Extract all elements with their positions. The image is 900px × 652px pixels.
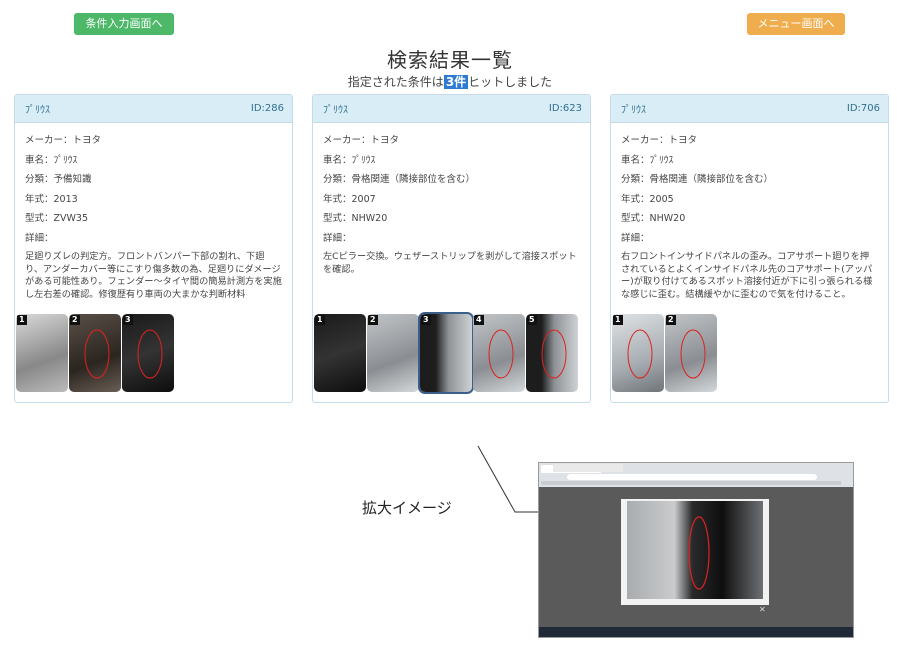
card-header: ﾌﾟﾘｳｽ ID:706 [611,95,888,123]
damage-circle [627,329,653,379]
thumbnail[interactable]: 2 [367,314,419,392]
card-detail-text: 右フロントインサイドパネルの歪み。コアサポート廻りを押されているとよくインサイド… [621,251,873,300]
thumbnail-strip: 1 2 3 [16,314,174,392]
thumbnail[interactable]: 4 [473,314,525,392]
thumbnail-number: 2 [368,315,378,325]
card-field-model: 型式：NHW20 [323,213,388,224]
card-field-year: 年式：2007 [323,193,376,205]
result-summary: 指定された条件は 3件 ヒットしました [0,73,900,90]
card-field-detail_label: 詳細： [323,232,352,244]
card-title: ﾌﾟﾘｳｽ [621,105,646,116]
damage-circle [541,329,567,379]
zoom-screenshot: ✕ [538,462,854,638]
card-field-model: 型式：NHW20 [621,213,686,224]
thumbnail-strip: 1 2 3 4 5 [314,312,578,394]
thumbnail[interactable]: 2 [665,314,717,392]
card-detail-text: 左Cピラー交換。ウェザーストリップを剥がして溶接スポットを確認。 [323,251,577,275]
card-id: ID:623 [548,103,582,114]
card-body: メーカー：トヨタ 車名：ﾌﾟﾘｳｽ 分類：骨格関連（隣接部位を含む） 年式：2007 型… [313,123,590,276]
card-field-maker: メーカー：トヨタ [25,135,102,146]
browser-address-bar [567,474,817,480]
damage-circle [137,329,163,379]
enlarged-photo [627,501,763,599]
card-field-year: 年式：2013 [25,193,78,205]
thumbnail[interactable]: 3 [122,314,174,392]
card-detail-text: 足廻りズレの判定方。フロントバンパー下部の割れ、下廻り、アンダーカバー等にこすり… [25,251,282,300]
close-icon[interactable]: ✕ [759,605,766,614]
card-id: ID:706 [846,103,880,114]
thumbnail[interactable]: 3 [418,312,474,394]
card-field-maker: メーカー：トヨタ [323,135,400,146]
damage-circle [680,329,706,379]
card-field-detail_label: 詳細： [621,232,650,244]
thumbnail[interactable]: 1 [314,314,366,392]
thumbnail-number: 1 [17,315,27,325]
condition-input-button[interactable]: 条件入力画面へ [74,13,174,35]
card-header: ﾌﾟﾘｳｽ ID:286 [15,95,292,123]
result-card: ﾌﾟﾘｳｽ ID:286 メーカー：トヨタ 車名：ﾌﾟﾘｳｽ 分類：予備知識 年式：2… [14,94,293,403]
card-title: ﾌﾟﾘｳｽ [25,105,50,116]
card-field-model: 型式：ZVW35 [25,213,88,224]
card-body: メーカー：トヨタ 車名：ﾌﾟﾘｳｽ 分類：予備知識 年式：2013 型式：ZVW35 詳細… [15,123,292,301]
page-title: 検索結果一覧 [387,48,513,72]
card-field-category: 分類：予備知識 [25,174,92,185]
card-field-detail_label: 詳細： [25,232,54,244]
card-header: ﾌﾟﾘｳｽ ID:623 [313,95,590,123]
damage-circle [488,329,514,379]
card-field-year: 年式：2005 [621,193,674,205]
card-field-car: 車名：ﾌﾟﾘｳｽ [323,154,376,166]
summary-prefix: 指定された条件は [347,75,444,89]
card-field-maker: メーカー：トヨタ [621,135,698,146]
thumbnail[interactable]: 2 [69,314,121,392]
damage-circle [84,329,110,379]
thumbnail-number: 1 [315,315,325,325]
card-title: ﾌﾟﾘｳｽ [323,105,348,116]
result-card: ﾌﾟﾘｳｽ ID:623 メーカー：トヨタ 車名：ﾌﾟﾘｳｽ 分類：骨格関連（隣接部… [312,94,591,403]
hit-count: 3件 [443,75,469,89]
taskbar-search [553,464,623,472]
thumbnail-strip: 1 2 [612,314,717,392]
thumbnail[interactable]: 1 [612,314,664,392]
thumbnail-number: 3 [421,315,431,325]
thumbnail[interactable]: 5 [526,314,578,392]
result-card: ﾌﾟﾘｳｽ ID:706 メーカー：トヨタ 車名：ﾌﾟﾘｳｽ 分類：骨格関連（隣接部… [610,94,889,403]
bookmarks-bar [541,481,841,485]
summary-suffix: ヒットしました [468,75,553,89]
taskbar [539,627,853,637]
card-body: メーカー：トヨタ 車名：ﾌﾟﾘｳｽ 分類：骨格関連（隣接部位を含む） 年式：2005 型… [611,123,888,301]
card-field-car: 車名：ﾌﾟﾘｳｽ [621,154,674,166]
thumbnail[interactable]: 1 [16,314,68,392]
card-id: ID:286 [250,103,284,114]
card-field-category: 分類：骨格関連（隣接部位を含む） [323,174,476,185]
card-field-car: 車名：ﾌﾟﾘｳｽ [25,154,78,166]
card-field-category: 分類：骨格関連（隣接部位を含む） [621,174,774,185]
menu-button[interactable]: メニュー画面へ [747,13,845,35]
damage-circle [688,516,710,590]
zoom-image-label: 拡大イメージ [362,499,452,517]
